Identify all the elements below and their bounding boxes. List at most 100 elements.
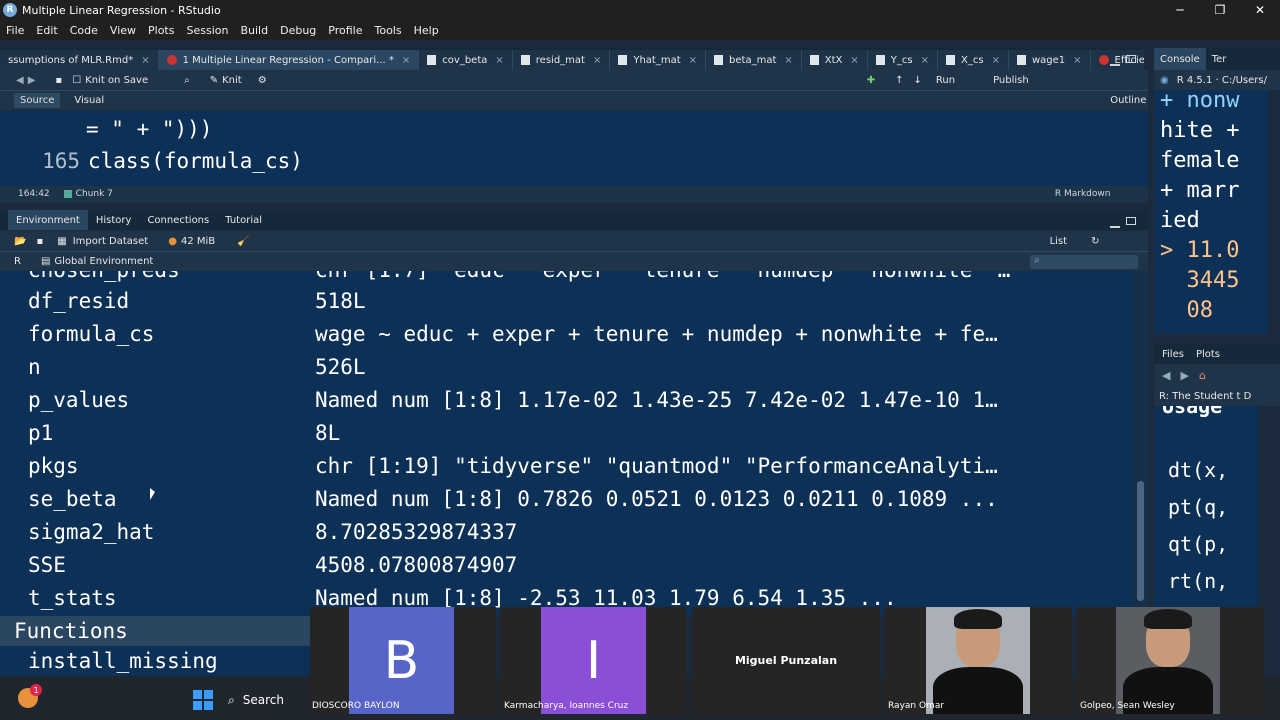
- participant-tile[interactable]: B DIOSCORO BAYLON: [310, 607, 496, 714]
- help-topic-title[interactable]: R: The Student t D: [1159, 391, 1251, 402]
- back-arrow-icon[interactable]: ◀: [16, 75, 24, 86]
- save-workspace-icon[interactable]: ▪: [36, 236, 43, 247]
- menu-edit[interactable]: Edit: [36, 24, 57, 37]
- tab-environment[interactable]: Environment: [8, 210, 88, 230]
- close-tab-icon[interactable]: ×: [1073, 55, 1081, 66]
- back-arrow-icon[interactable]: ◀: [1162, 369, 1170, 382]
- tab-resid-mat[interactable]: resid_mat ×: [512, 50, 611, 70]
- menu-view[interactable]: View: [110, 24, 136, 37]
- tab-terminal[interactable]: Ter: [1206, 48, 1233, 70]
- participant-tile[interactable]: Golpeo, Sean Wesley: [1076, 607, 1264, 714]
- forward-arrow-icon[interactable]: ▶: [28, 75, 36, 86]
- tab-y-cs[interactable]: Y_cs ×: [867, 50, 938, 70]
- tab-xtx[interactable]: XtX ×: [801, 50, 868, 70]
- insert-chunk-icon[interactable]: ✚: [867, 75, 875, 86]
- code-editor[interactable]: = " + "))) 165 class(formula_cs): [0, 111, 1148, 186]
- settings-gear-icon[interactable]: ⚙: [258, 75, 267, 86]
- close-tab-icon[interactable]: ×: [141, 55, 149, 66]
- maximize-pane-icon[interactable]: [1126, 217, 1136, 225]
- arrow-up-icon[interactable]: ↑: [895, 75, 903, 86]
- tab-wage1[interactable]: wage1 ×: [1008, 50, 1091, 70]
- tab-console[interactable]: Console: [1154, 48, 1206, 70]
- knit-button[interactable]: Knit: [222, 75, 242, 86]
- language-select[interactable]: R: [14, 256, 21, 267]
- environment-scrollbar[interactable]: [1133, 271, 1148, 616]
- tab-x-cs[interactable]: X_cs ×: [938, 50, 1009, 70]
- tab-history[interactable]: History: [88, 210, 140, 230]
- close-tab-icon[interactable]: ×: [784, 55, 792, 66]
- participant-tile[interactable]: I Karmacharya, Ioannes Cruz: [500, 607, 686, 714]
- maximize-icon[interactable]: ❐: [1200, 0, 1240, 20]
- tab-mlr-rmd[interactable]: 1 Multiple Linear Regression - Compari..…: [158, 50, 420, 70]
- console-output[interactable]: + nonw hite + female + marr ied > 11.0 3…: [1154, 90, 1268, 334]
- close-tab-icon[interactable]: ×: [921, 55, 929, 66]
- tab-assumptions-rmd[interactable]: ssumptions of MLR.Rmd* ×: [0, 50, 159, 70]
- menu-build[interactable]: Build: [240, 24, 268, 37]
- menu-code[interactable]: Code: [70, 24, 98, 37]
- env-row[interactable]: n 526L: [0, 350, 1133, 383]
- close-icon[interactable]: ✕: [1240, 0, 1280, 20]
- menu-session[interactable]: Session: [186, 24, 228, 37]
- windows-start-icon[interactable]: [193, 690, 213, 710]
- menu-tools[interactable]: Tools: [374, 24, 401, 37]
- close-tab-icon[interactable]: ×: [992, 55, 1000, 66]
- view-mode-list[interactable]: List: [1050, 236, 1067, 247]
- environment-search-input[interactable]: ⌕: [1030, 255, 1138, 269]
- scope-select[interactable]: Global Environment: [54, 256, 153, 267]
- arrow-down-icon[interactable]: ↓: [913, 75, 921, 86]
- menu-file[interactable]: File: [6, 24, 24, 37]
- notification-icon[interactable]: 1: [18, 684, 42, 708]
- tab-tutorial[interactable]: Tutorial: [217, 210, 270, 230]
- close-tab-icon[interactable]: ×: [850, 55, 858, 66]
- document-mode[interactable]: R Markdown: [1055, 189, 1111, 199]
- minimize-pane-icon[interactable]: [1110, 58, 1120, 66]
- search-icon: ⌕: [228, 692, 235, 707]
- participant-tile[interactable]: Miguel Punzalan: [692, 607, 880, 714]
- close-tab-icon[interactable]: ×: [495, 55, 503, 66]
- menu-profile[interactable]: Profile: [328, 24, 362, 37]
- save-icon[interactable]: ▪: [55, 75, 62, 86]
- import-dataset-button[interactable]: Import Dataset: [73, 236, 149, 247]
- tab-connections[interactable]: Connections: [139, 210, 217, 230]
- env-row[interactable]: sigma2_hat 8.70285329874337: [0, 515, 1133, 548]
- tab-plots[interactable]: Plots: [1196, 349, 1220, 360]
- run-button[interactable]: Run: [936, 75, 955, 86]
- forward-arrow-icon[interactable]: ▶: [1180, 369, 1188, 382]
- taskbar-search[interactable]: ⌕ Search: [228, 688, 308, 712]
- load-workspace-icon[interactable]: 📂: [14, 236, 26, 247]
- env-row[interactable]: se_beta Named num [1:8] 0.7826 0.0521 0.0…: [0, 482, 1133, 515]
- minimize-pane-icon[interactable]: [1110, 220, 1120, 228]
- home-icon[interactable]: ⌂: [1199, 369, 1206, 382]
- source-mode-button[interactable]: Source: [14, 93, 61, 108]
- tab-beta-mat[interactable]: beta_mat ×: [706, 50, 802, 70]
- close-tab-icon[interactable]: ×: [689, 55, 697, 66]
- tab-files[interactable]: Files: [1162, 349, 1184, 360]
- tab-yhat-mat[interactable]: Yhat_mat ×: [610, 50, 707, 70]
- maximize-pane-icon[interactable]: [1126, 55, 1136, 63]
- visual-mode-button[interactable]: Visual: [74, 95, 104, 106]
- close-tab-icon[interactable]: ×: [402, 55, 410, 66]
- env-row[interactable]: pkgs chr [1:19] "tidyverse" "quantmod" "P…: [0, 449, 1133, 482]
- env-row[interactable]: formula_cs wage ~ educ + exper + tenure +…: [0, 317, 1133, 350]
- env-row[interactable]: df_resid 518L: [0, 284, 1133, 317]
- function-row[interactable]: install_missing: [0, 646, 310, 676]
- outline-button[interactable]: Outline: [1110, 95, 1146, 106]
- chunk-navigator[interactable]: Chunk 7: [76, 189, 113, 199]
- close-tab-icon[interactable]: ×: [593, 55, 601, 66]
- clear-workspace-icon[interactable]: 🧹: [237, 236, 249, 247]
- env-row[interactable]: p1 8L: [0, 416, 1133, 449]
- participant-tile[interactable]: Rayan Omar: [884, 607, 1072, 714]
- memory-usage[interactable]: 42 MiB: [181, 236, 215, 247]
- env-row[interactable]: SSE 4508.07800874907: [0, 548, 1133, 581]
- refresh-icon[interactable]: ↻: [1091, 236, 1099, 247]
- publish-button[interactable]: Publish: [993, 75, 1029, 86]
- menu-debug[interactable]: Debug: [280, 24, 316, 37]
- knit-on-save-checkbox[interactable]: ☐: [72, 75, 81, 86]
- find-icon[interactable]: ⌕: [184, 75, 190, 86]
- tab-cov-beta[interactable]: cov_beta ×: [419, 50, 513, 70]
- scrollbar-thumb[interactable]: [1137, 481, 1144, 601]
- minimize-icon[interactable]: ─: [1160, 0, 1200, 20]
- menu-help[interactable]: Help: [414, 24, 439, 37]
- env-row[interactable]: p_values Named num [1:8] 1.17e-02 1.43e-2…: [0, 383, 1133, 416]
- menu-plots[interactable]: Plots: [148, 24, 174, 37]
